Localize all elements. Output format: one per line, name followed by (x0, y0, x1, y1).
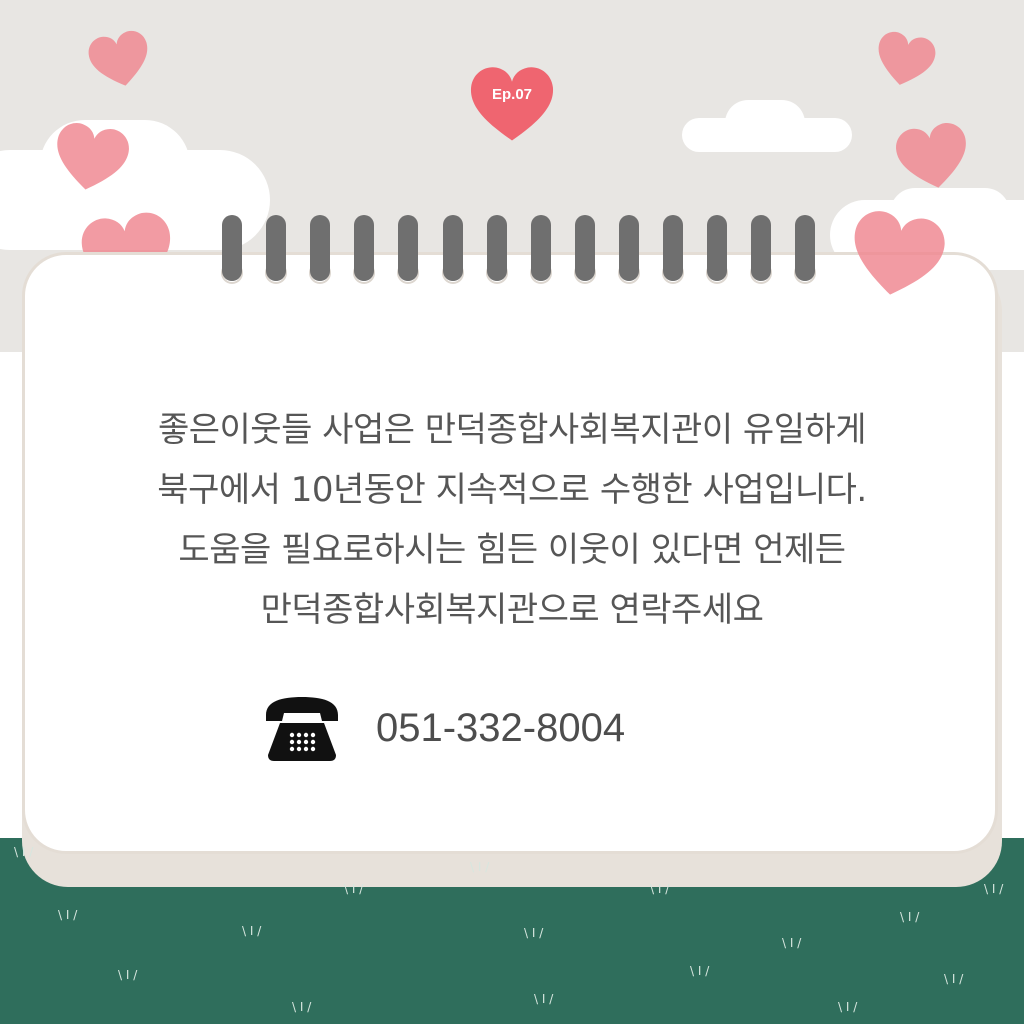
contact-row: 051-332-8004 (262, 690, 625, 766)
grass-tuft: \ I / (524, 926, 544, 940)
grass-tuft: \ I / (984, 882, 1004, 896)
grass-tuft: \ I / (470, 860, 490, 874)
binder-ring (310, 215, 331, 281)
episode-label: Ep.07 (491, 86, 533, 103)
grass-tuft: \ I / (534, 992, 554, 1006)
message-line: 만덕종합사회복지관으로 연락주세요 (260, 590, 764, 630)
heart-icon (57, 123, 129, 190)
grass-tuft: \ I / (344, 882, 364, 896)
grass-tuft: \ I / (650, 882, 670, 896)
binder-ring (530, 215, 551, 281)
grass-tuft: \ I / (118, 968, 138, 982)
grass-tuft: \ I / (58, 908, 78, 922)
message-line: 좋은이웃들 사업은 만덕종합사회복지관이 유일하게 (157, 410, 867, 450)
grass-tuft: \ I / (782, 936, 802, 950)
heart-icon (896, 122, 966, 188)
binder-ring (618, 215, 639, 281)
episode-heart-icon (470, 67, 554, 141)
heart-icon (854, 211, 945, 295)
message-text: 좋은이웃들 사업은 만덕종합사회복지관이 유일하게 북구에서 10년동안 지속적… (60, 400, 964, 640)
cloud-center-puff (725, 100, 805, 146)
binder-ring (574, 215, 595, 281)
telephone-icon (266, 697, 338, 761)
binder-ring (795, 215, 816, 281)
heart-icon (878, 31, 936, 85)
message-line: 도움을 필요로하시는 힘든 이웃이 있다면 언제든 (178, 530, 846, 570)
poster-scene: Ep.07 좋은이웃들 사업은 만덕종합사회복지관이 유일하게 북구에서 10년… (0, 0, 1024, 1024)
binder-ring (398, 215, 419, 281)
binder-ring (442, 215, 463, 281)
grass-tuft: \ I / (292, 1000, 312, 1014)
phone-number[interactable]: 051-332-8004 (376, 706, 625, 751)
binder-ring (266, 215, 287, 281)
binder-ring (707, 215, 728, 281)
grass-tuft: \ I / (944, 972, 964, 986)
binder-ring (354, 215, 375, 281)
grass-tuft: \ I / (242, 924, 262, 938)
binder-ring (486, 215, 507, 281)
grass-tuft: \ I / (900, 910, 920, 924)
binder-ring (222, 215, 242, 281)
message-line: 북구에서 10년동안 지속적으로 수행한 사업입니다. (157, 470, 867, 510)
binder-ring (663, 215, 683, 281)
binder-ring (751, 215, 772, 281)
grass-tuft: \ I / (14, 845, 34, 859)
grass-tuft: \ I / (690, 964, 710, 978)
grass-tuft: \ I / (838, 1000, 858, 1014)
